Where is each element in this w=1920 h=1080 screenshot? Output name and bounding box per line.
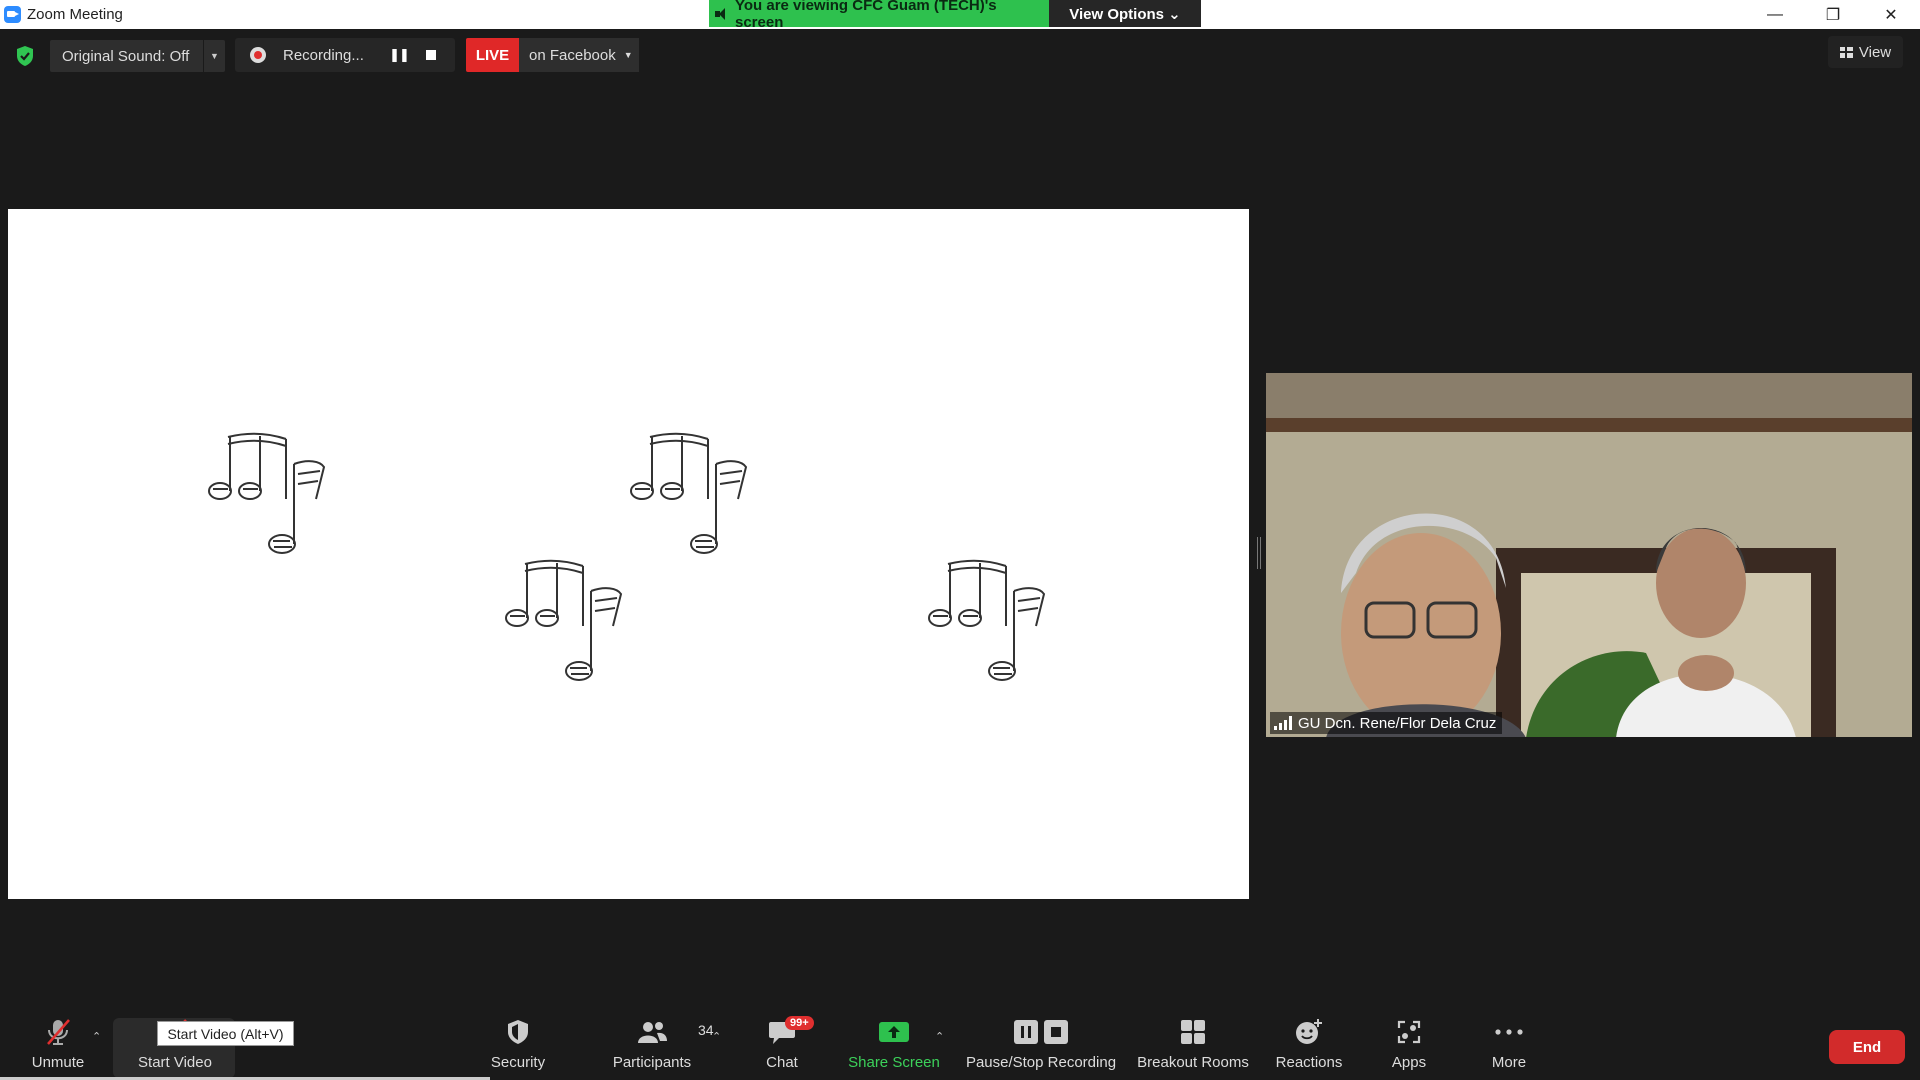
- shared-screen: [8, 209, 1249, 899]
- video-feed: [1266, 373, 1912, 737]
- reactions-button[interactable]: Reactions: [1268, 1012, 1350, 1080]
- restore-button[interactable]: ❐: [1804, 0, 1862, 29]
- grid-view-icon: [1839, 46, 1853, 58]
- start-video-tooltip: Start Video (Alt+V): [157, 1021, 294, 1046]
- more-button[interactable]: More: [1483, 1012, 1535, 1080]
- encryption-shield-icon[interactable]: [14, 45, 36, 67]
- unmute-label: Unmute: [31, 1054, 85, 1071]
- view-label: View: [1858, 43, 1892, 61]
- recording-indicator: Recording... ❚❚: [235, 38, 455, 72]
- security-shield-icon: [508, 1020, 528, 1044]
- share-screen-button[interactable]: Share Screen: [848, 1012, 940, 1080]
- view-options-button[interactable]: View Options ⌄: [1049, 0, 1201, 27]
- more-label: More: [1491, 1054, 1527, 1071]
- speaker-icon: [715, 7, 729, 20]
- pause-stop-icon: [1014, 1020, 1068, 1044]
- share-screen-label: Share Screen: [848, 1054, 940, 1071]
- recording-label: Recording...: [283, 46, 364, 64]
- window-title: Zoom Meeting: [27, 6, 123, 23]
- minimize-button[interactable]: —: [1746, 0, 1804, 29]
- stop-recording-button[interactable]: [415, 38, 447, 72]
- recording-dot-icon: [250, 47, 266, 63]
- close-button[interactable]: ✕: [1862, 0, 1920, 29]
- participants-button[interactable]: 34 Participants: [609, 1012, 714, 1080]
- participant-name: GU Dcn. Rene/Flor Dela Cruz: [1298, 714, 1497, 732]
- live-destination[interactable]: on Facebook ▼: [519, 38, 639, 72]
- window-controls: — ❐ ✕: [1746, 0, 1920, 29]
- security-button[interactable]: Security: [488, 1012, 548, 1080]
- zoom-logo-icon: [4, 6, 21, 23]
- breakout-rooms-button[interactable]: Breakout Rooms: [1135, 1012, 1251, 1080]
- audio-options-chevron-icon[interactable]: ⌃: [92, 1030, 101, 1043]
- apps-icon: [1397, 1020, 1421, 1044]
- participant-video[interactable]: GU Dcn. Rene/Flor Dela Cruz: [1266, 373, 1912, 737]
- pause-stop-recording-button[interactable]: Pause/Stop Recording: [965, 1012, 1117, 1080]
- share-screen-icon: [879, 1022, 909, 1042]
- apps-button[interactable]: Apps: [1383, 1012, 1435, 1080]
- start-video-label: Start Video: [138, 1054, 212, 1071]
- live-badge: LIVE: [466, 38, 519, 72]
- more-ellipsis-icon: [1495, 1029, 1523, 1035]
- music-notes-icon: [630, 432, 748, 554]
- chat-label: Chat: [766, 1054, 798, 1071]
- end-meeting-button[interactable]: End: [1829, 1030, 1905, 1064]
- pause-recording-button[interactable]: ❚❚: [383, 38, 415, 72]
- reactions-label: Reactions: [1275, 1054, 1343, 1071]
- livestream-indicator[interactable]: LIVE on Facebook ▼: [466, 38, 639, 72]
- reactions-smiley-icon: [1296, 1019, 1322, 1044]
- screen-share-banner: You are viewing CFC Guam (TECH)'s screen…: [709, 0, 1201, 31]
- live-destination-label: on Facebook: [529, 46, 616, 64]
- muted-microphone-icon: [47, 1019, 70, 1045]
- pause-stop-recording-label: Pause/Stop Recording: [965, 1054, 1117, 1071]
- music-notes-icon: [208, 432, 326, 554]
- viewing-text: You are viewing CFC Guam (TECH)'s screen: [734, 0, 997, 31]
- music-notes-icon: [928, 559, 1046, 681]
- viewing-notice: You are viewing CFC Guam (TECH)'s screen: [709, 0, 1049, 31]
- original-sound-label: Original Sound: Off: [62, 47, 190, 65]
- apps-label: Apps: [1391, 1054, 1427, 1071]
- view-button[interactable]: View: [1828, 36, 1903, 68]
- chat-button[interactable]: 99+ Chat: [757, 1012, 814, 1080]
- share-screen-options-chevron-icon[interactable]: ⌃: [935, 1030, 944, 1043]
- signal-strength-icon: [1274, 716, 1292, 730]
- participants-options-chevron-icon[interactable]: ⌃: [712, 1030, 721, 1043]
- chat-unread-badge: 99+: [785, 1016, 814, 1030]
- participants-icon: [638, 1022, 667, 1043]
- panel-splitter-handle[interactable]: [1257, 537, 1261, 569]
- unmute-button[interactable]: Unmute: [28, 1012, 88, 1080]
- chevron-down-icon: ▼: [623, 50, 633, 60]
- breakout-rooms-label: Breakout Rooms: [1137, 1054, 1249, 1071]
- participant-name-label: GU Dcn. Rene/Flor Dela Cruz: [1270, 712, 1503, 734]
- chevron-down-icon[interactable]: ▼: [203, 40, 225, 72]
- original-sound-toggle[interactable]: Original Sound: Off ▼: [50, 40, 225, 72]
- participants-label: Participants: [612, 1054, 692, 1071]
- breakout-rooms-icon: [1181, 1020, 1205, 1044]
- music-notes-icon: [505, 559, 623, 681]
- security-label: Security: [490, 1054, 546, 1071]
